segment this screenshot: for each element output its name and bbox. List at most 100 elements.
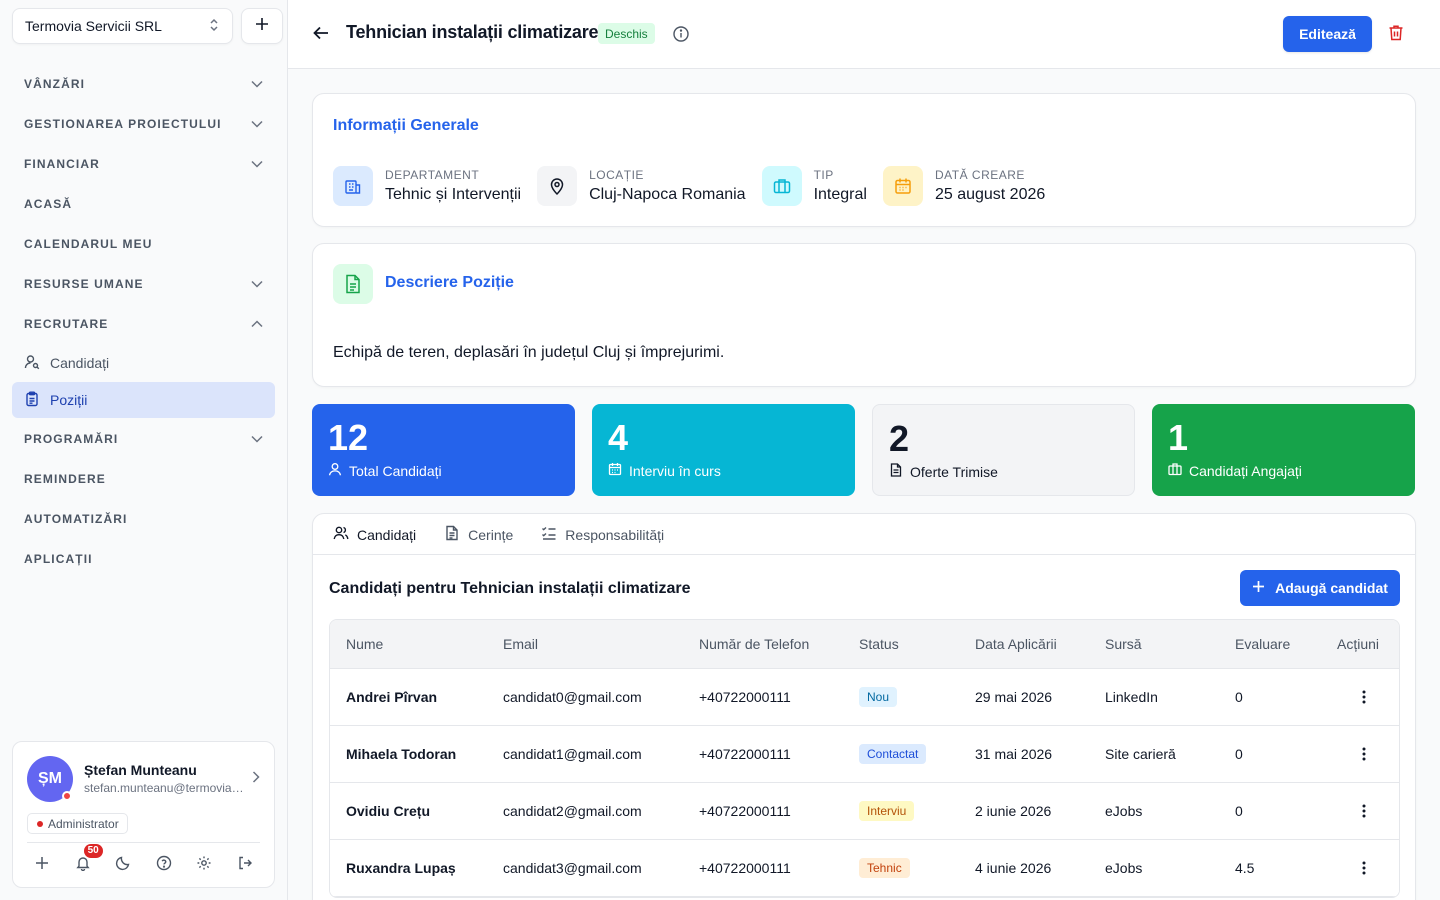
stat-value: 2 [889,418,910,459]
gear-icon[interactable] [195,854,213,872]
calendar-icon [608,462,622,479]
cell-email: candidat0@gmail.com [503,689,642,705]
cell-status: Interviu [843,801,959,821]
info-value: Cluj-Napoca Romania [589,186,746,203]
stat-label: Total Candidați [349,462,442,479]
cell-status: Nou [843,687,959,707]
bell-icon[interactable]: 50 [74,844,103,872]
table-row[interactable]: Ruxandra Lupaș candidat3@gmail.com +4072… [330,840,1399,897]
plus-icon[interactable] [33,854,51,872]
table-row[interactable]: Mihaela Todoran candidat1@gmail.com +407… [330,726,1399,783]
nav-calendar[interactable]: CALENDARUL MEU [12,224,275,264]
status-badge: Tehnic [859,858,910,878]
stat-label-row: Oferte Trimise [889,463,1118,480]
nav-label: Candidați [50,355,110,371]
nav-programari[interactable]: PROGRAMĂRI [12,419,275,459]
more-vertical-icon[interactable] [1321,804,1399,818]
chevron-right-icon[interactable] [252,770,260,788]
user-card[interactable]: ȘM Ștefan Munteanu stefan.munteanu@termo… [12,741,275,888]
more-vertical-icon[interactable] [1321,690,1399,704]
nav-label: RESURSE UMANE [24,277,144,291]
calendar-icon [882,166,923,206]
checklist-icon [541,525,557,544]
user-search-icon [24,354,40,373]
info-created: DATĂ CREARE 25 august 2026 [882,166,1045,206]
stat-hired: 1 Candidați Angajați [1152,404,1415,496]
edit-button[interactable]: Editează [1283,16,1372,52]
trash-icon[interactable] [1388,24,1404,47]
nav-aplicatii[interactable]: APLICAȚII [12,539,275,579]
description-card: Descriere Poziție Echipă de teren, depla… [312,243,1416,387]
stat-label: Interviu în curs [629,462,721,479]
table-row[interactable]: Andrei Pîrvan candidat0@gmail.com +40722… [330,669,1399,726]
tab-label: Responsabilități [565,526,665,543]
chevron-down-icon [251,432,263,446]
status-badge: Nou [859,687,898,707]
cell-date: 2 iunie 2026 [975,803,1052,819]
tab-responsabilitati[interactable]: Responsabilități [541,514,664,555]
nav-proiect[interactable]: GESTIONAREA PROIECTULUI [12,104,275,144]
map-pin-icon [537,166,578,206]
page-title: Tehnician instalații climatizare [346,22,599,42]
nav-remindere[interactable]: REMINDERE [12,459,275,499]
clipboard-icon [24,391,40,410]
candidates-section: Candidați Cerințe Responsabilități Candi… [312,513,1416,900]
cell-date: 4 iunie 2026 [975,860,1052,876]
nav-automatizari[interactable]: AUTOMATIZĂRI [12,499,275,539]
nav-vanzari[interactable]: VÂNZĂRI [12,64,275,104]
nav-financiar[interactable]: FINANCIAR [12,144,275,184]
cell-source: LinkedIn [1105,689,1158,705]
nav-label: REMINDERE [24,472,106,486]
info-icon[interactable] [672,25,690,48]
cell-rating: 0 [1235,746,1243,762]
tab-cerinte[interactable]: Cerințe [444,514,513,555]
stat-total-candidates: 12 Total Candidați [312,404,575,496]
column-header[interactable]: Număr de Telefon [683,636,843,652]
nav-pozitii[interactable]: Poziții [12,382,275,418]
column-header[interactable]: Email [487,636,683,652]
column-header[interactable]: Status [843,636,959,652]
notification-count: 50 [83,844,103,858]
info-location: LOCAȚIE Cluj-Napoca Romania [537,166,746,206]
cell-source: eJobs [1105,860,1143,876]
column-header[interactable]: Sursă [1089,636,1219,652]
info-type: TIP Integral [761,166,867,206]
column-header[interactable]: Nume [330,636,487,652]
tab-label: Cerințe [468,526,514,543]
chevron-down-icon [251,117,263,131]
nav-candidati[interactable]: Candidați [12,345,275,381]
help-icon[interactable] [155,854,173,872]
nav-resurse[interactable]: RESURSE UMANE [12,264,275,304]
status-badge: Deschis [598,23,655,44]
more-vertical-icon[interactable] [1321,747,1399,761]
cell-rating: 0 [1235,689,1243,705]
page-header: Tehnician instalații climatizare Deschis… [288,0,1440,69]
general-info-card: Informații Generale DEPARTAMENT Tehnic ș… [312,93,1416,227]
stat-label-row: Candidați Angajați [1168,462,1399,479]
briefcase-icon [761,166,802,206]
more-vertical-icon[interactable] [1321,861,1399,875]
users-icon [333,525,349,544]
table-row[interactable]: Ovidiu Crețu candidat2@gmail.com +407220… [330,783,1399,840]
stat-value: 1 [1168,417,1189,458]
cell-phone: +40722000111 [699,803,791,819]
moon-icon[interactable] [114,854,132,872]
column-header[interactable]: Data Aplicării [959,636,1089,652]
add-candidate-button[interactable]: Adaugă candidat [1240,570,1400,606]
column-header: Acțiuni [1337,636,1380,652]
company-selector[interactable]: Termovia Servicii SRL [12,8,233,44]
user-icon [328,462,342,479]
nav-label: Poziții [50,392,88,408]
nav-label: PROGRAMĂRI [24,432,119,446]
column-header[interactable]: Evaluare [1219,636,1321,652]
tab-bar: Candidați Cerințe Responsabilități [313,514,1415,555]
arrow-left-icon[interactable] [312,24,330,47]
logout-icon[interactable] [236,854,254,872]
nav-label: VÂNZĂRI [24,77,86,91]
add-company-button[interactable] [241,8,283,44]
nav-recrutare[interactable]: RECRUTARE [12,304,275,344]
tab-candidati[interactable]: Candidați [333,514,416,555]
plus-icon [255,17,269,36]
main-nav: VÂNZĂRI GESTIONAREA PROIECTULUI FINANCIA… [12,64,275,579]
nav-acasa[interactable]: ACASĂ [12,184,275,224]
